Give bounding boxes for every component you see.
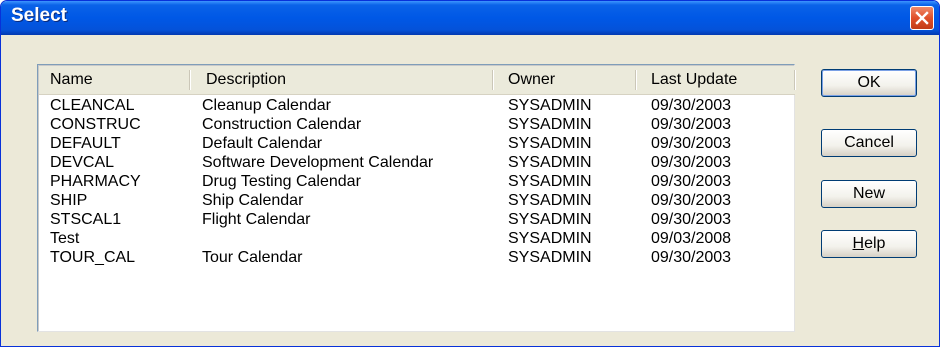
cell-last-update: 09/30/2003 xyxy=(651,192,732,209)
cell-description: Drug Testing Calendar xyxy=(202,173,361,190)
cell-last-update: 09/30/2003 xyxy=(651,97,732,114)
cell-name: PHARMACY xyxy=(50,173,141,190)
window-title: Select xyxy=(11,5,67,26)
close-icon xyxy=(915,11,929,25)
cell-last-update: 09/30/2003 xyxy=(651,249,732,266)
cell-last-update: 09/03/2008 xyxy=(651,230,732,247)
cell-owner: SYSADMIN xyxy=(508,173,592,190)
list-row[interactable]: Test SYSADMIN 09/03/2008 xyxy=(39,229,795,248)
cell-owner: SYSADMIN xyxy=(508,192,592,209)
cell-owner: SYSADMIN xyxy=(508,116,592,133)
column-header-description[interactable]: Description xyxy=(206,66,496,94)
title-bar[interactable]: Select xyxy=(1,1,939,35)
cell-last-update: 09/30/2003 xyxy=(651,211,732,228)
cell-name: TOUR_CAL xyxy=(50,249,136,266)
list-row[interactable]: DEFAULT Default Calendar SYSADMIN 09/30/… xyxy=(39,134,795,153)
cell-owner: SYSADMIN xyxy=(508,135,592,152)
cell-name: STSCAL1 xyxy=(50,211,122,228)
column-header-name[interactable]: Name xyxy=(50,66,190,94)
list-row[interactable]: SHIP Ship Calendar SYSADMIN 09/30/2003 xyxy=(39,191,795,210)
list-row[interactable]: PHARMACY Drug Testing Calendar SYSADMIN … xyxy=(39,172,795,191)
cell-description: Ship Calendar xyxy=(202,192,304,209)
list-row[interactable]: CLEANCAL Cleanup Calendar SYSADMIN 09/30… xyxy=(39,96,795,115)
select-dialog: Select Name Description Owner Last Updat… xyxy=(0,0,940,347)
list-row[interactable]: CONSTRUC Construction Calendar SYSADMIN … xyxy=(39,115,795,134)
list-row[interactable]: DEVCAL Software Development Calendar SYS… xyxy=(39,153,795,172)
cell-name: SHIP xyxy=(50,192,88,209)
cell-description: Software Development Calendar xyxy=(202,154,434,171)
cell-owner: SYSADMIN xyxy=(508,97,592,114)
list-header: Name Description Owner Last Update xyxy=(39,66,795,95)
ok-button[interactable]: OK xyxy=(821,69,917,97)
column-divider[interactable] xyxy=(492,70,493,90)
list-row[interactable]: STSCAL1 Flight Calendar SYSADMIN 09/30/2… xyxy=(39,210,795,229)
cell-name: DEVCAL xyxy=(50,154,115,171)
column-divider[interactable] xyxy=(635,70,636,90)
cell-last-update: 09/30/2003 xyxy=(651,154,732,171)
list-row[interactable]: TOUR_CAL Tour Calendar SYSADMIN 09/30/20… xyxy=(39,248,795,267)
cell-name: CLEANCAL xyxy=(50,97,135,114)
column-divider[interactable] xyxy=(794,70,795,90)
list-rows: CLEANCAL Cleanup Calendar SYSADMIN 09/30… xyxy=(39,96,795,267)
cell-name: CONSTRUC xyxy=(50,116,141,133)
new-button[interactable]: New xyxy=(821,180,917,208)
calendar-list[interactable]: Name Description Owner Last Update CLEAN… xyxy=(37,64,795,332)
cell-owner: SYSADMIN xyxy=(508,230,592,247)
help-button[interactable]: Help xyxy=(821,230,917,258)
help-label-rest: elp xyxy=(864,235,886,252)
cell-owner: SYSADMIN xyxy=(508,154,592,171)
cell-description: Cleanup Calendar xyxy=(202,97,331,114)
column-header-owner[interactable]: Owner xyxy=(508,66,638,94)
cell-description: Default Calendar xyxy=(202,135,323,152)
close-button[interactable] xyxy=(910,6,934,30)
column-divider[interactable] xyxy=(189,70,190,90)
cell-name: Test xyxy=(50,230,80,247)
help-mnemonic: H xyxy=(852,235,865,252)
cell-last-update: 09/30/2003 xyxy=(651,135,732,152)
cell-description: Construction Calendar xyxy=(202,116,362,133)
cell-description: Tour Calendar xyxy=(202,249,303,266)
cell-name: DEFAULT xyxy=(50,135,121,152)
cell-owner: SYSADMIN xyxy=(508,211,592,228)
cell-last-update: 09/30/2003 xyxy=(651,116,732,133)
cell-description: Flight Calendar xyxy=(202,211,311,228)
cell-owner: SYSADMIN xyxy=(508,249,592,266)
column-header-last-update[interactable]: Last Update xyxy=(651,66,791,94)
cell-last-update: 09/30/2003 xyxy=(651,173,732,190)
cancel-button[interactable]: Cancel xyxy=(821,129,917,157)
